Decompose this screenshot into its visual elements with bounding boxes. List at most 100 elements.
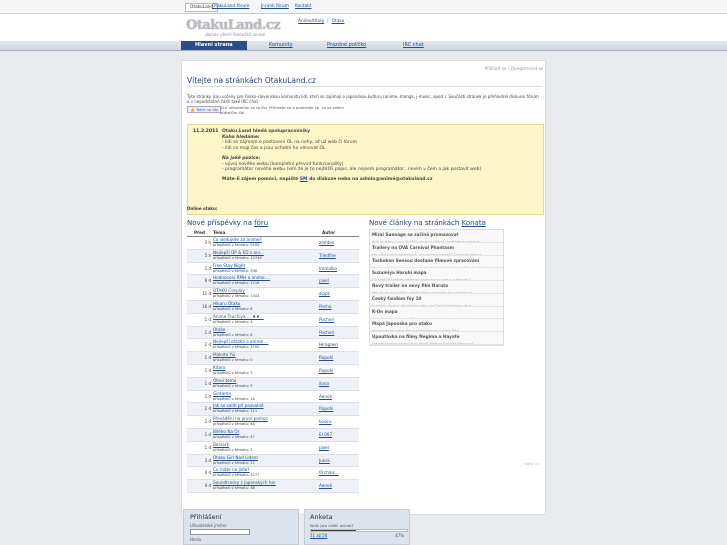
konata-link[interactable]: Konata <box>462 219 486 227</box>
author-link[interactable]: Aeneli <box>319 394 332 399</box>
author-link[interactable]: Tiledfire <box>319 253 336 258</box>
article-item[interactable]: Upoutávka na filmy Negima a Hayate Na ofi… <box>370 332 503 345</box>
forum-link[interactable]: fóru <box>254 219 268 227</box>
article-item[interactable]: Český fandom foy 10 V rámci jarní a letoš… <box>370 294 503 307</box>
main-content: Přihlásit se | Zaregistrovat se Vítejte … <box>181 60 546 515</box>
post-count: příspěvků v tématu: 46 <box>213 422 255 427</box>
author-link[interactable]: Pocho <box>319 304 331 309</box>
link-contact[interactable]: Kontakt <box>295 4 311 9</box>
topic-link[interactable]: Co sledujete za anime? <box>213 237 262 242</box>
article-title: Suzumiya Haruhi mapa <box>372 270 427 276</box>
author-link[interactable]: Rapohi <box>319 406 333 411</box>
sm-link[interactable]: SM <box>300 177 308 182</box>
author-link[interactable]: Juera <box>319 458 330 463</box>
post-age: 1 d <box>204 367 211 373</box>
facebook-like-button[interactable]: 👍 Tohle se líbí <box>187 106 222 113</box>
site-logo[interactable]: OtakuLand.cz <box>186 18 281 33</box>
author-link[interactable]: Pocheri <box>319 317 334 322</box>
auth-links[interactable]: Přihlásit se | Zaregistrovat se <box>485 66 543 71</box>
login-box: Přihlášení Uživatelské jméno Heslo <box>183 509 299 545</box>
topic-link[interactable]: Nejlepší otázka o anime ... <box>213 339 268 344</box>
articles-section-title: Nové články na stránkách Konata <box>369 219 486 227</box>
username-field[interactable] <box>190 529 250 535</box>
post-age: 2 d <box>204 406 211 412</box>
table-row: 1 d Otevi tema příspěvků v tématu: 9 ilo… <box>187 377 359 391</box>
article-item[interactable]: Suzumiya Haruhi mapa Co takhle udělat něj… <box>370 268 503 281</box>
post-count: příspěvků v tématu: 9 <box>213 383 253 388</box>
topic-link[interactable]: Převádění na první pomoc <box>213 416 268 421</box>
topic-link[interactable]: Free Stay Night <box>213 263 245 268</box>
nav-communities[interactable]: Komunity <box>269 42 293 48</box>
topic-link[interactable]: Hodnocení RMH a anime ... <box>213 275 270 280</box>
post-age: 1 d <box>204 355 211 361</box>
nav-home[interactable]: Hlavní strana <box>181 41 247 50</box>
like-label: Tohle se líbí <box>195 107 219 112</box>
author-link[interactable]: kosiru <box>319 419 332 424</box>
post-age: 1 d <box>204 265 211 271</box>
topic-link[interactable]: Gintama <box>213 391 231 396</box>
author-link[interactable]: zombie <box>319 240 334 245</box>
topic-link[interactable]: Jak se zaliti při pozvolně <box>213 403 264 408</box>
author-link[interactable]: Immalko <box>319 266 337 271</box>
author-link[interactable]: Orchais... <box>319 470 339 475</box>
topic-link[interactable]: Bílého Na Or <box>213 429 239 434</box>
nav-irc-chat[interactable]: IRC chat <box>403 42 424 48</box>
poll-question: Kolik jste viděli anime? <box>310 523 354 528</box>
article-item[interactable]: K-On mapa Chcete aspoň bezpečnou mapu jap… <box>370 307 503 320</box>
author-link[interactable]: Hiragaen <box>319 342 338 347</box>
article-title: Český fandom foy 10 <box>372 295 422 301</box>
post-count: příspěvků v tématu: 1216 <box>213 281 260 286</box>
next-articles-link[interactable]: další >> <box>525 461 541 466</box>
topic-link[interactable]: Co máte na jídlo? <box>213 467 250 472</box>
main-nav: Hlavní strana Komunity Prazdné políčko I… <box>0 41 727 51</box>
topic-link[interactable]: Berserk <box>213 442 229 447</box>
poll-title: Anketa <box>310 513 333 521</box>
link-anime-titles[interactable]: Anime/tituly <box>298 19 324 24</box>
author-link[interactable]: Aeneli <box>319 483 332 488</box>
topic-link[interactable]: Otaku Girl Nad Lidem <box>213 455 258 460</box>
nav-empty-field[interactable]: Prazdné políčko <box>327 42 366 48</box>
table-header: Před Téma Autor <box>187 229 359 237</box>
author-link[interactable]: Rapohi <box>319 355 333 360</box>
topic-link[interactable]: Kitaro <box>213 365 225 370</box>
post-count: příspěvků v tématu: 111 <box>213 409 258 414</box>
article-title: K-On mapa <box>372 308 398 314</box>
topic-link[interactable]: Nejlepší OP & ED z ani... <box>213 250 264 255</box>
table-row: 16 d Hikaru Otaku příspěvků v tématu: 6 … <box>187 300 359 314</box>
topic-link[interactable]: Anime Tsuchiya ... ♦♦... <box>213 314 264 319</box>
link-forum[interactable]: OtakuLand fórum <box>212 4 249 9</box>
link-otaku[interactable]: Otaku <box>332 19 345 24</box>
post-age: 1 d <box>204 380 211 386</box>
link-jirank-forum[interactable]: Ji-rank fórum <box>261 4 289 9</box>
post-age: 2 d <box>204 342 211 348</box>
article-item[interactable]: Trailery na OVA Carnival Phantasm Na ofic… <box>370 243 503 256</box>
header-links: Anime/tituly | Otaku <box>298 19 344 24</box>
post-age: 11 d <box>202 291 211 297</box>
topic-link[interactable]: Soundtracky z japonských her <box>213 480 276 485</box>
article-item[interactable]: Toshokan Sensou dostane filmové zpracová… <box>370 256 503 269</box>
article-item[interactable]: Mirai Suenage se začíná promazovat Pokud … <box>370 230 503 243</box>
notice-date: 11.2.2011 <box>193 129 219 134</box>
author-link[interactable]: El 007 <box>319 432 332 437</box>
post-age: 1 d <box>204 444 211 450</box>
author-link[interactable]: zippz <box>319 291 330 296</box>
post-count: příspěvků v tématu: 38 <box>213 486 255 491</box>
poll-option-link[interactable]: 11 až 50 <box>310 533 327 538</box>
author-link[interactable]: Pocheri <box>319 330 334 335</box>
topic-link[interactable]: Makoto Yui <box>213 352 235 357</box>
author-link[interactable]: Rapohi <box>319 368 333 373</box>
author-link[interactable]: ilona <box>319 381 329 386</box>
post-age: 1 d <box>204 316 211 322</box>
author-link[interactable]: pixel <box>319 278 329 283</box>
poll-bar <box>310 529 408 532</box>
topic-link[interactable]: Hikaru Otaku <box>213 301 240 306</box>
topic-link[interactable]: OTAKU Cosplay <box>213 288 245 293</box>
topic-link[interactable]: Otevi tema <box>213 378 236 383</box>
notice-closing: Máte-li zájem pomoci, napište SM do disk… <box>222 177 538 183</box>
topic-link[interactable]: Otaže <box>213 327 225 332</box>
facebook-like: 👍 Tohle se líbí 110 uživatelům se to líb… <box>187 105 344 115</box>
articles-list: Mirai Suenage se začíná promazovat Pokud … <box>369 229 504 346</box>
article-item[interactable]: Nový trailer na nový film Naruto Jak už s… <box>370 281 503 294</box>
author-link[interactable]: pixel <box>319 445 329 450</box>
article-item[interactable]: Mapa Japonska pro otaku Japonsko se vám l… <box>370 319 503 332</box>
